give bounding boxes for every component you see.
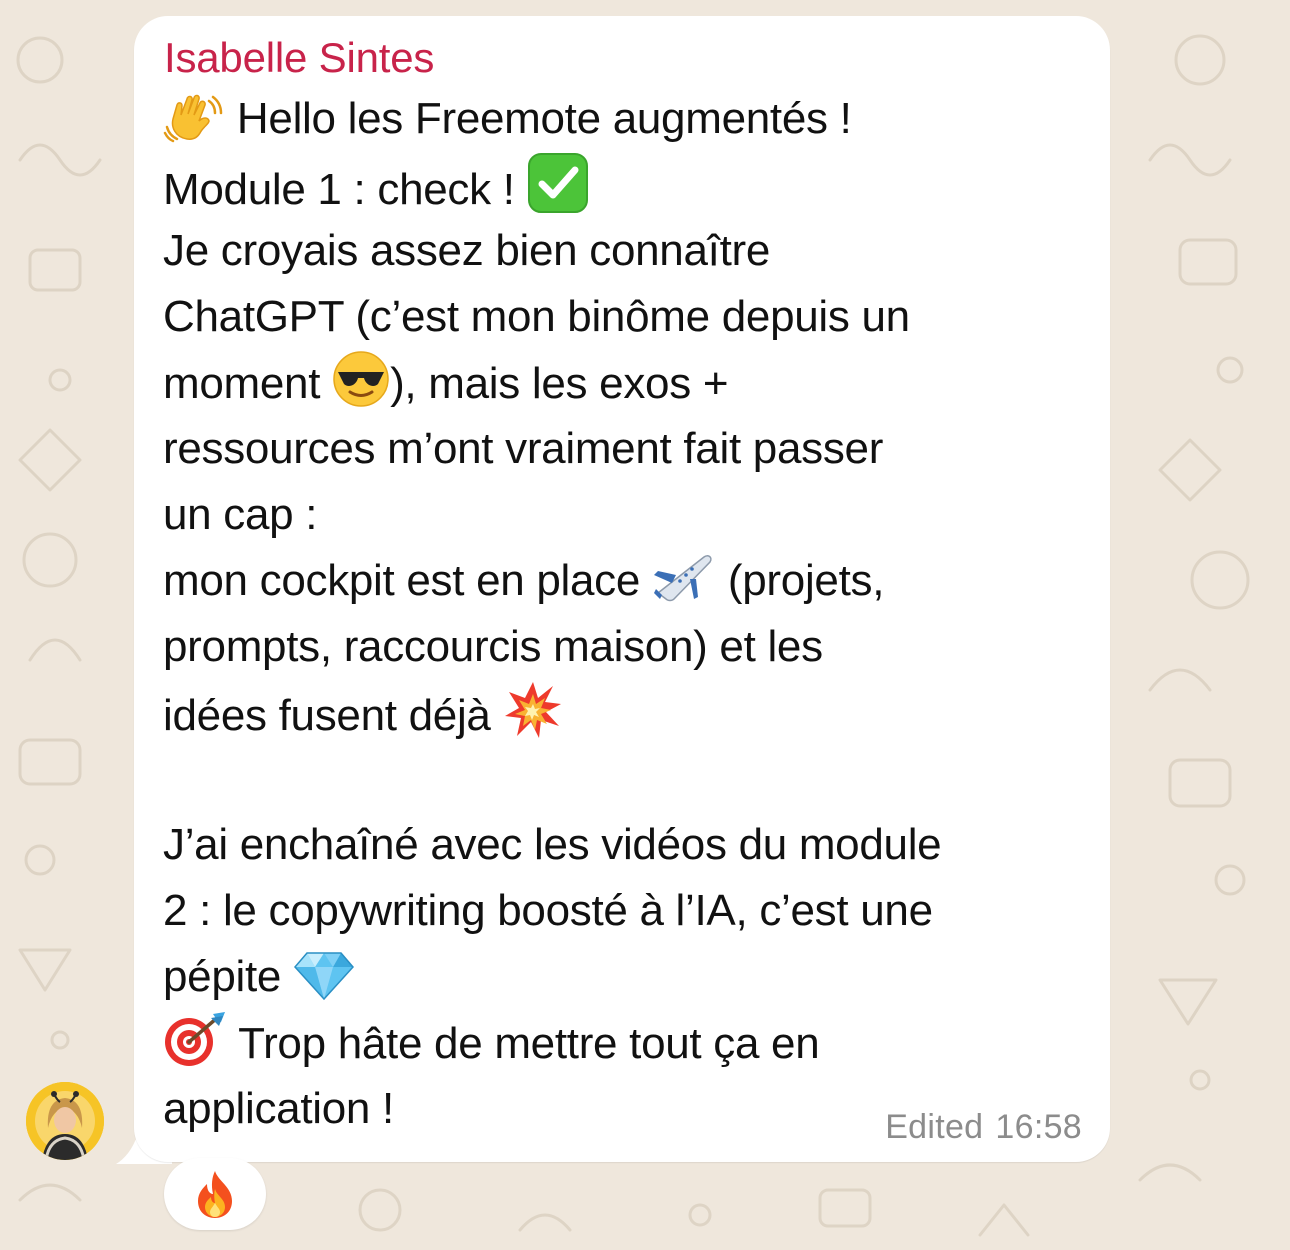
- message-text-segment: Hello les Freemote augmentés !: [225, 94, 852, 143]
- message-line: 2 : le copywriting boosté à l’IA, c’est …: [163, 878, 1103, 944]
- message-text-segment: ), mais les exos +: [390, 359, 729, 408]
- message-line: ChatGPT (c’est mon binôme depuis un: [163, 284, 1103, 350]
- message-line: mon cockpit est en place (projets,: [163, 548, 1103, 614]
- message-text-segment: J’ai enchaîné avec les vidéos du module: [163, 820, 942, 869]
- message-text-segment: idées fusent déjà: [163, 691, 503, 740]
- reaction-badge[interactable]: [164, 1158, 266, 1230]
- message-line: idées fusent déjà: [163, 680, 1103, 746]
- message-text-segment: (projets,: [715, 556, 885, 605]
- message-line: Module 1 : check !: [163, 152, 1103, 218]
- gem-stone-icon: [293, 949, 355, 1001]
- message-text-segment: mon cockpit est en place: [163, 556, 652, 605]
- message-text-segment: Trop hâte de mettre tout ça en: [227, 1019, 820, 1068]
- edited-label: Edited: [885, 1108, 984, 1146]
- message-line: Hello les Freemote augmentés !: [163, 86, 1103, 152]
- message-text-segment: moment: [163, 359, 333, 408]
- message-text-segment: ressources m’ont vraiment fait passer: [163, 424, 884, 473]
- message-line: Trop hâte de mettre tout ça en: [163, 1010, 1103, 1076]
- message-bubble[interactable]: Isabelle Sintes Hello les Freemote augme…: [134, 16, 1110, 1162]
- direct-hit-icon: [163, 1010, 227, 1068]
- message-line: ressources m’ont vraiment fait passer: [163, 416, 1103, 482]
- sender-avatar[interactable]: [26, 1082, 104, 1160]
- message-line: pépite: [163, 944, 1103, 1010]
- message-text: Hello les Freemote augmentés ! Module 1 :…: [163, 86, 1103, 1142]
- message-line: J’ai enchaîné avec les vidéos du module: [163, 812, 1103, 878]
- message-line: moment ), mais les exos +: [163, 350, 1103, 416]
- message-meta: Edited 16:58: [885, 1108, 1082, 1147]
- message-text-segment: pépite: [163, 952, 294, 1001]
- sunglasses-face-icon: [332, 350, 390, 408]
- message-text-segment: un cap :: [163, 490, 318, 539]
- message-line: prompts, raccourcis maison) et les: [163, 614, 1103, 680]
- message-time: 16:58: [995, 1108, 1082, 1146]
- message-text-segment: prompts, raccourcis maison) et les: [163, 622, 823, 671]
- message-text-segment: Module 1 : check !: [163, 165, 527, 214]
- message-text-segment: ChatGPT (c’est mon binôme depuis un: [163, 292, 910, 341]
- waving-hand-icon: [163, 93, 225, 143]
- airplane-icon: [652, 549, 716, 605]
- sender-name[interactable]: Isabelle Sintes: [164, 34, 434, 82]
- message-text-segment: Je croyais assez bien connaître: [163, 226, 771, 275]
- message-text-segment: 2 : le copywriting boosté à l’IA, c’est …: [163, 886, 933, 935]
- fire-icon: [198, 1171, 232, 1218]
- message-line: Je croyais assez bien connaître: [163, 218, 1103, 284]
- message-text-segment: application !: [163, 1084, 394, 1133]
- check-mark-button-icon: [527, 152, 589, 214]
- message-line: un cap :: [163, 482, 1103, 548]
- collision-icon: [503, 680, 563, 740]
